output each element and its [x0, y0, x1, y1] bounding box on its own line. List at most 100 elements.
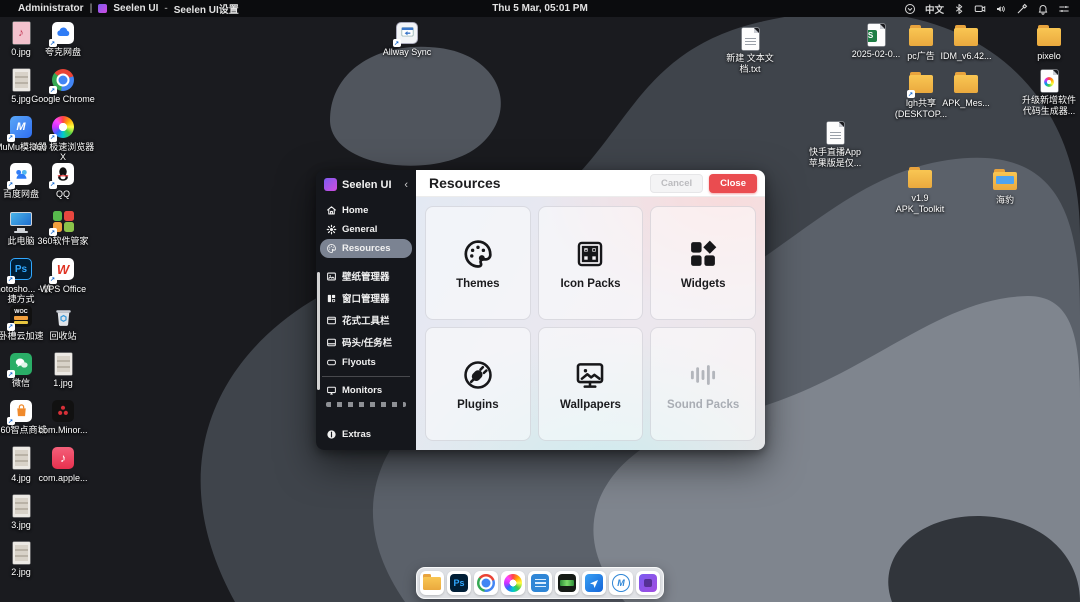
desktop-icon-新建-文本文-档-txt[interactable]: 新建 文本文 档.txt: [718, 26, 782, 75]
desktop-icon-升级新增软件-代码生成器[interactable]: 升级新增软件 代码生成器...: [1017, 68, 1080, 117]
folder-icon: [909, 24, 934, 49]
doc-icon: [823, 120, 848, 145]
resource-cards: Themes Icon Packs Widgets Plugins Wallpa…: [425, 206, 756, 441]
mumu-icon: M: [612, 574, 630, 592]
desktop-icon-1-jpg[interactable]: 1.jpg: [31, 351, 95, 389]
nav-divider: [322, 376, 410, 377]
dock-app-chrome[interactable]: [474, 571, 498, 595]
desktop-icon-360软件管家[interactable]: ↗ 360软件管家: [31, 209, 95, 247]
nav-item-clipped[interactable]: [326, 402, 406, 407]
card-plugins[interactable]: Plugins: [425, 327, 531, 441]
sidebar-item-home[interactable]: Home: [320, 201, 412, 220]
clock[interactable]: Thu 5 Mar, 05:01 PM: [492, 3, 588, 14]
applemusic-icon: ♪: [51, 446, 76, 471]
desktop-icon-com-minor[interactable]: com.Minor...: [31, 398, 95, 436]
page-title: Resources: [429, 175, 650, 191]
sidebar-item-花式工具栏[interactable]: 花式工具栏: [320, 309, 412, 331]
shortcut-arrow-badge: ↗: [7, 134, 15, 142]
desktop-icon-pixelo[interactable]: pixelo: [1017, 24, 1080, 62]
card-wallpapers[interactable]: Wallpapers: [538, 327, 644, 441]
folder-blue-icon: [993, 168, 1018, 193]
dock-app-color-swirl[interactable]: [501, 571, 525, 595]
card-icon-packs[interactable]: Icon Packs: [538, 206, 644, 320]
sidebar-title: Seelen UI: [342, 179, 397, 191]
desktop-icon-idm-v6-42[interactable]: IDM_v6.42...: [934, 24, 998, 62]
folder-icon: [908, 166, 933, 191]
title-dash: -: [164, 3, 167, 14]
system-tray: 中文: [904, 2, 1070, 16]
close-button[interactable]: Close: [709, 174, 757, 193]
cancel-button[interactable]: Cancel: [650, 174, 703, 193]
sidebar-scrollbar[interactable]: [317, 272, 320, 390]
shortcut-arrow-badge: ↗: [7, 276, 15, 284]
desktop-icon-allway-sync[interactable]: ↗ Allway Sync: [375, 20, 439, 58]
dock-app-terminal[interactable]: [555, 571, 579, 595]
desktop-icon-label: 360 极速浏览器X: [31, 142, 95, 164]
shortcut-arrow-badge: ↗: [49, 134, 57, 142]
sidebar-item-extras[interactable]: Extras: [320, 425, 412, 444]
card-label: Themes: [456, 278, 499, 290]
dock-app-photoshop[interactable]: Ps: [447, 571, 471, 595]
desktop-icon-海豹[interactable]: 海豹: [973, 168, 1037, 206]
desktop-icon-apk-mes[interactable]: APK_Mes...: [934, 71, 998, 109]
sidebar-item-label: Flyouts: [342, 357, 376, 368]
sidebar-item-壁纸管理器[interactable]: 壁纸管理器: [320, 265, 412, 287]
shortcut-arrow-badge: ↗: [49, 181, 57, 189]
display-icon[interactable]: [974, 3, 986, 15]
bin-icon: [51, 304, 76, 329]
desktop-icon-com-apple[interactable]: ♪ com.apple...: [31, 446, 95, 484]
notifications-icon[interactable]: [1037, 3, 1049, 15]
desktop-icon-快手直播app-苹果版是仅[interactable]: 快手直播App 苹果版是仅...: [803, 120, 867, 169]
network-settings-icon[interactable]: [1058, 3, 1070, 15]
sidebar-item-monitors[interactable]: Monitors: [320, 381, 412, 400]
annotate-icon[interactable]: [1016, 3, 1028, 15]
sidebar-item-label: 窗口管理器: [342, 291, 390, 305]
sidebar-collapse-button[interactable]: ‹: [402, 179, 410, 191]
image-icon: [51, 351, 76, 376]
desktop-icon-回收站[interactable]: 回收站: [31, 304, 95, 342]
image-icon: [9, 493, 34, 518]
desktop-icon-label: 回收站: [31, 331, 95, 342]
sidebar-item-label: Extras: [342, 429, 371, 440]
desktop-icon-google-chrome[interactable]: ↗ Google Chrome: [31, 67, 95, 105]
sidebar-item-resources[interactable]: Resources: [320, 239, 412, 258]
desktop-icon-label: QQ: [31, 189, 95, 200]
dock-app-seelen-ui[interactable]: [636, 571, 660, 595]
desktop-icon-夸克网盘[interactable]: ↗ 夸克网盘: [31, 20, 95, 58]
desktop-icon-label: 2.jpg: [0, 567, 53, 578]
desktop-icon-2-jpg[interactable]: 2.jpg: [0, 540, 53, 578]
dock-app-mumu[interactable]: M: [609, 571, 633, 595]
desktop-icon-label: APK_Mes...: [934, 98, 998, 109]
card-themes[interactable]: Themes: [425, 206, 531, 320]
desktop-icon-wps-office[interactable]: W↗ WPS Office: [31, 257, 95, 295]
desktop-icon-label: v1.9 APK_Toolkit: [888, 193, 952, 215]
bluetooth-icon[interactable]: [953, 3, 965, 15]
main-panel: Resources Cancel Close Themes Icon Packs…: [416, 170, 765, 450]
tray-expand-icon[interactable]: [904, 3, 916, 15]
dock-app-messenger[interactable]: [582, 571, 606, 595]
seelen-logo-icon: [98, 4, 107, 13]
desktop-icon-360-极速浏览器x[interactable]: ↗ 360 极速浏览器X: [31, 115, 95, 164]
sidebar-item-窗口管理器[interactable]: 窗口管理器: [320, 287, 412, 309]
sidebar-item-码头-任务栏[interactable]: 码头/任务栏: [320, 331, 412, 353]
image-icon: [9, 446, 34, 471]
language-indicator[interactable]: 中文: [925, 2, 944, 16]
sidebar-item-label: Monitors: [342, 385, 382, 396]
dock-app-file-explorer[interactable]: [420, 571, 444, 595]
seelen-ui-icon: [639, 574, 657, 592]
home-icon: [326, 205, 337, 216]
desktop-icon-qq[interactable]: ↗ QQ: [31, 162, 95, 200]
desktop-icon-label: WPS Office: [31, 284, 95, 295]
volume-icon[interactable]: [995, 3, 1007, 15]
card-widgets[interactable]: Widgets: [650, 206, 756, 320]
sidebar-item-flyouts[interactable]: Flyouts: [320, 353, 412, 372]
desktop-icon-label: Google Chrome: [31, 94, 95, 105]
desktop-icon-3-jpg[interactable]: 3.jpg: [0, 493, 53, 531]
desktop-icon-v1-9-apk-toolkit[interactable]: v1.9 APK_Toolkit: [888, 166, 952, 215]
folder-icon: ↗: [909, 71, 934, 96]
shortcut-arrow-badge: ↗: [49, 86, 57, 94]
image-icon: [9, 540, 34, 565]
dock-app-notebook[interactable]: [528, 571, 552, 595]
baidu-icon: ↗: [9, 162, 34, 187]
sidebar-item-general[interactable]: General: [320, 220, 412, 239]
